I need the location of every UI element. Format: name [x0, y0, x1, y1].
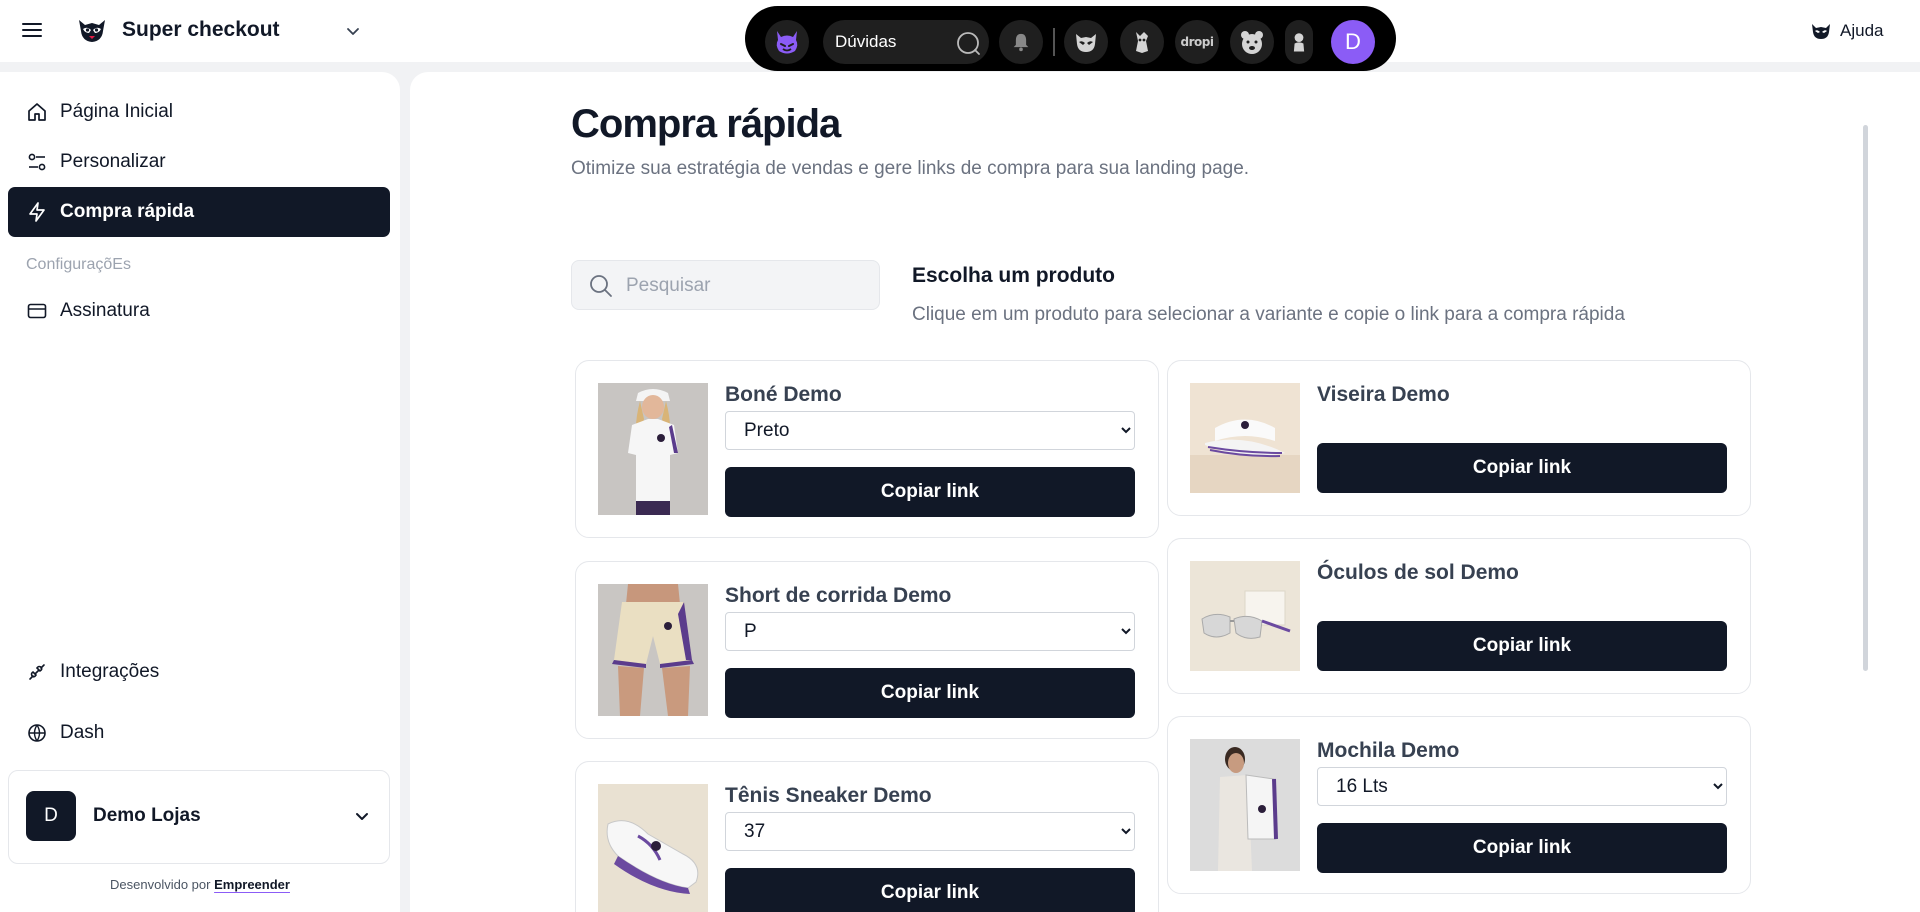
variant-select[interactable]: 16 Lts: [1317, 767, 1727, 806]
sidebar-item-dash[interactable]: Dash: [8, 708, 390, 758]
copy-link-button[interactable]: Copiar link: [725, 467, 1135, 517]
product-name: Mochila Demo: [1317, 739, 1460, 762]
purple-monster-icon: [776, 31, 798, 54]
variant-select[interactable]: Preto: [725, 411, 1135, 450]
search-icon: [957, 32, 980, 55]
sidebar-item-label: Assinatura: [60, 300, 150, 321]
sunglasses-image: [1190, 561, 1300, 671]
product-card[interactable]: Mochila Demo 16 Lts Copiar link: [1167, 716, 1751, 894]
running-shorts-image: [598, 584, 708, 716]
app-raccoon-button[interactable]: [1064, 20, 1108, 64]
dropi-logo-text: dropi: [1180, 35, 1214, 49]
sidebar-item-quick-buy[interactable]: Compra rápida: [8, 187, 390, 237]
product-image: [598, 383, 708, 515]
product-image: [598, 784, 708, 912]
choose-product-title: Escolha um produto: [912, 264, 1116, 287]
appbar-divider: [1053, 28, 1055, 56]
empreender-link[interactable]: Empreender: [214, 877, 290, 892]
app-monster-button[interactable]: [765, 20, 809, 64]
store-switcher[interactable]: Super checkout: [76, 14, 280, 46]
lightning-icon: [29, 202, 45, 222]
sidebar-item-subscription[interactable]: Assinatura: [8, 286, 390, 336]
sidebar-item-label: Personalizar: [60, 151, 166, 172]
product-image: [1190, 561, 1300, 671]
product-card[interactable]: Óculos de sol Demo Copiar link: [1167, 538, 1751, 694]
copy-link-button[interactable]: Copiar link: [1317, 621, 1727, 671]
bell-icon: [1013, 33, 1029, 52]
footer-credit: Desenvolvido por Empreender: [0, 877, 400, 892]
product-name: Óculos de sol Demo: [1317, 561, 1519, 584]
credit-card-icon: [27, 303, 47, 319]
sliders-icon: [28, 153, 46, 171]
scrollbar[interactable]: [1863, 125, 1868, 671]
sidebar-item-integrations[interactable]: Integrações: [8, 647, 390, 697]
help-search-label: Dúvidas: [835, 32, 897, 51]
copy-link-button[interactable]: Copiar link: [1317, 823, 1727, 873]
help-link[interactable]: Ajuda: [1810, 20, 1883, 42]
store-selector-name: Demo Lojas: [93, 805, 201, 826]
globe-icon: [28, 724, 46, 742]
product-image: [1190, 383, 1300, 493]
home-icon: [28, 103, 46, 121]
product-card[interactable]: Boné Demo Preto Copiar link: [575, 360, 1159, 538]
sidebar-item-label: Integrações: [60, 661, 160, 682]
copy-link-button[interactable]: Copiar link: [725, 668, 1135, 718]
notifications-button[interactable]: [999, 20, 1043, 64]
page-subtitle: Otimize sua estratégia de vendas e gere …: [571, 158, 1250, 179]
main-content: Compra rápida Otimize sua estratégia de …: [410, 72, 1920, 912]
credit-prefix: Desenvolvido por: [110, 877, 211, 892]
raccoon-logo-icon: [79, 20, 105, 42]
product-card[interactable]: Viseira Demo Copiar link: [1167, 360, 1751, 516]
apps-bar: Dúvidas dropi D: [745, 6, 1396, 71]
chevron-down-icon: [356, 813, 368, 820]
sidebar: Página Inicial Personalizar Compra rápid…: [0, 72, 400, 912]
sidebar-item-label: Dash: [60, 722, 105, 743]
page-title: Compra rápida: [571, 102, 841, 146]
app-character-button[interactable]: [1285, 20, 1313, 64]
help-label: Ajuda: [1840, 21, 1884, 40]
product-card[interactable]: Tênis Sneaker Demo 37 Copiar link: [575, 761, 1159, 912]
search-input[interactable]: [626, 269, 866, 303]
sidebar-item-label: Compra rápida: [60, 201, 195, 222]
product-image: [598, 584, 708, 716]
plug-icon: [29, 664, 45, 680]
settings-section-label: ConfiguraçõEs: [26, 256, 131, 273]
sidebar-item-label: Página Inicial: [60, 101, 174, 122]
model-tshirt-image: [598, 383, 708, 515]
bear-app-icon: [1241, 31, 1263, 54]
product-name: Boné Demo: [725, 383, 842, 406]
backpack-model-image: [1190, 739, 1300, 871]
sidebar-item-customize[interactable]: Personalizar: [8, 137, 390, 187]
store-selector[interactable]: D Demo Lojas: [8, 770, 390, 864]
choose-product-subtitle: Clique em um produto para selecionar a v…: [912, 304, 1625, 325]
raccoon-help-icon: [1812, 24, 1830, 39]
mascot-app-icon: [1136, 32, 1148, 53]
character-app-icon: [1293, 33, 1305, 52]
sneaker-image: [598, 784, 708, 912]
raccoon-app-icon: [1076, 34, 1096, 52]
product-image: [1190, 739, 1300, 871]
menu-icon[interactable]: [20, 20, 44, 42]
store-avatar: D: [26, 791, 76, 841]
product-name: Short de corrida Demo: [725, 584, 952, 607]
sidebar-item-home[interactable]: Página Inicial: [8, 87, 390, 137]
product-search: [571, 260, 880, 310]
help-search[interactable]: Dúvidas: [823, 20, 989, 64]
app-dropi-button[interactable]: dropi: [1175, 20, 1219, 64]
copy-link-button[interactable]: Copiar link: [725, 868, 1135, 912]
app-bear-button[interactable]: [1230, 20, 1274, 64]
copy-link-button[interactable]: Copiar link: [1317, 443, 1727, 493]
visor-image: [1190, 383, 1300, 493]
chevron-down-icon[interactable]: [344, 22, 362, 40]
top-bar: Super checkout Dúvidas dropi D Ajuda: [0, 0, 1920, 71]
product-name: Tênis Sneaker Demo: [725, 784, 932, 807]
variant-select[interactable]: P: [725, 612, 1135, 651]
store-name: Super checkout: [122, 18, 280, 41]
product-card[interactable]: Short de corrida Demo P Copiar link: [575, 561, 1159, 739]
product-name: Viseira Demo: [1317, 383, 1450, 406]
user-avatar[interactable]: D: [1331, 20, 1375, 64]
search-icon: [590, 275, 612, 297]
app-mascot-button[interactable]: [1120, 20, 1164, 64]
variant-select[interactable]: 37: [725, 812, 1135, 851]
